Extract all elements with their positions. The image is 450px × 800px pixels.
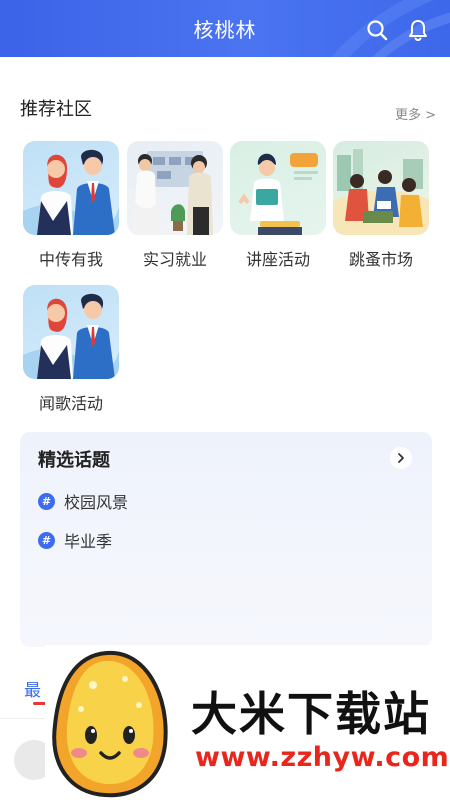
chevron-right-icon[interactable] xyxy=(390,447,412,469)
community-item-5[interactable]: 闻歌活动 xyxy=(23,285,119,414)
bell-icon[interactable] xyxy=(406,18,430,42)
topic-item[interactable]: # 毕业季 xyxy=(38,528,112,552)
community-label: 讲座活动 xyxy=(245,250,310,269)
tab-recent[interactable]: 最 xyxy=(24,676,41,701)
community-label: 实习就业 xyxy=(142,250,207,269)
community-thumbnail-lecture xyxy=(230,141,326,235)
hashtag-icon: # xyxy=(38,492,55,510)
community-label: 中传有我 xyxy=(38,250,103,269)
watermark-url: www.zzhyw.com xyxy=(195,742,450,773)
community-item-4[interactable]: 跳蚤市场 xyxy=(333,141,429,270)
community-item-1[interactable]: 中传有我 xyxy=(23,141,119,270)
rice-mascot-logo xyxy=(52,650,168,798)
app-header: 核桃林 xyxy=(0,0,450,57)
topic-label: 毕业季 xyxy=(64,532,113,551)
community-thumbnail-people xyxy=(23,141,119,235)
topic-item[interactable]: # 校园风景 xyxy=(38,489,128,513)
watermark-overlay: 大米下载站 www.zzhyw.com xyxy=(45,645,450,800)
featured-topics-title: 精选话题 xyxy=(38,450,110,471)
topic-label: 校园风景 xyxy=(64,493,129,512)
hashtag-icon: # xyxy=(38,531,55,549)
watermark-title: 大米下载站 xyxy=(191,687,431,741)
section-title-recommended: 推荐社区 xyxy=(20,99,92,120)
more-link[interactable]: 更多 > xyxy=(395,104,436,123)
community-item-2[interactable]: 实习就业 xyxy=(127,141,223,270)
search-icon[interactable] xyxy=(365,18,389,42)
community-item-3[interactable]: 讲座活动 xyxy=(230,141,326,270)
community-thumbnail-people xyxy=(23,285,119,379)
community-label: 跳蚤市场 xyxy=(348,250,413,269)
featured-topics-card: 精选话题 # 校园风景 # 毕业季 xyxy=(20,432,432,647)
community-thumbnail-internship xyxy=(127,141,223,235)
community-label: 闻歌活动 xyxy=(38,394,103,413)
community-thumbnail-market xyxy=(333,141,429,235)
